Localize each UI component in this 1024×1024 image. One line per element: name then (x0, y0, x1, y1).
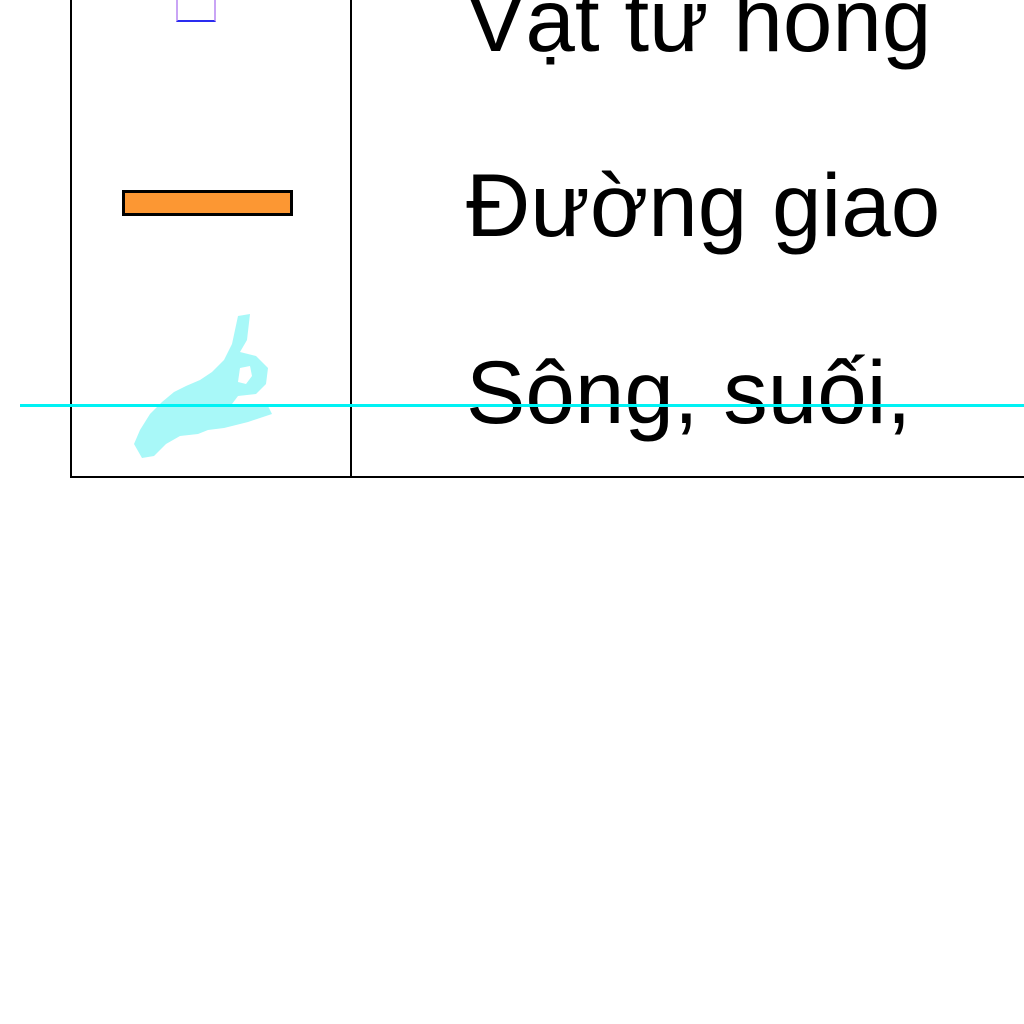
river-icon (134, 314, 272, 458)
legend-label-damaged-materials: Vật tư hỏng (466, 0, 932, 70)
horizontal-guide-line (20, 404, 1024, 407)
legend-label-rivers: Sông, suối, (466, 342, 912, 442)
box-icon (176, 0, 216, 22)
legend-label-roads: Đường giao (466, 155, 941, 255)
road-line-icon (122, 190, 293, 216)
